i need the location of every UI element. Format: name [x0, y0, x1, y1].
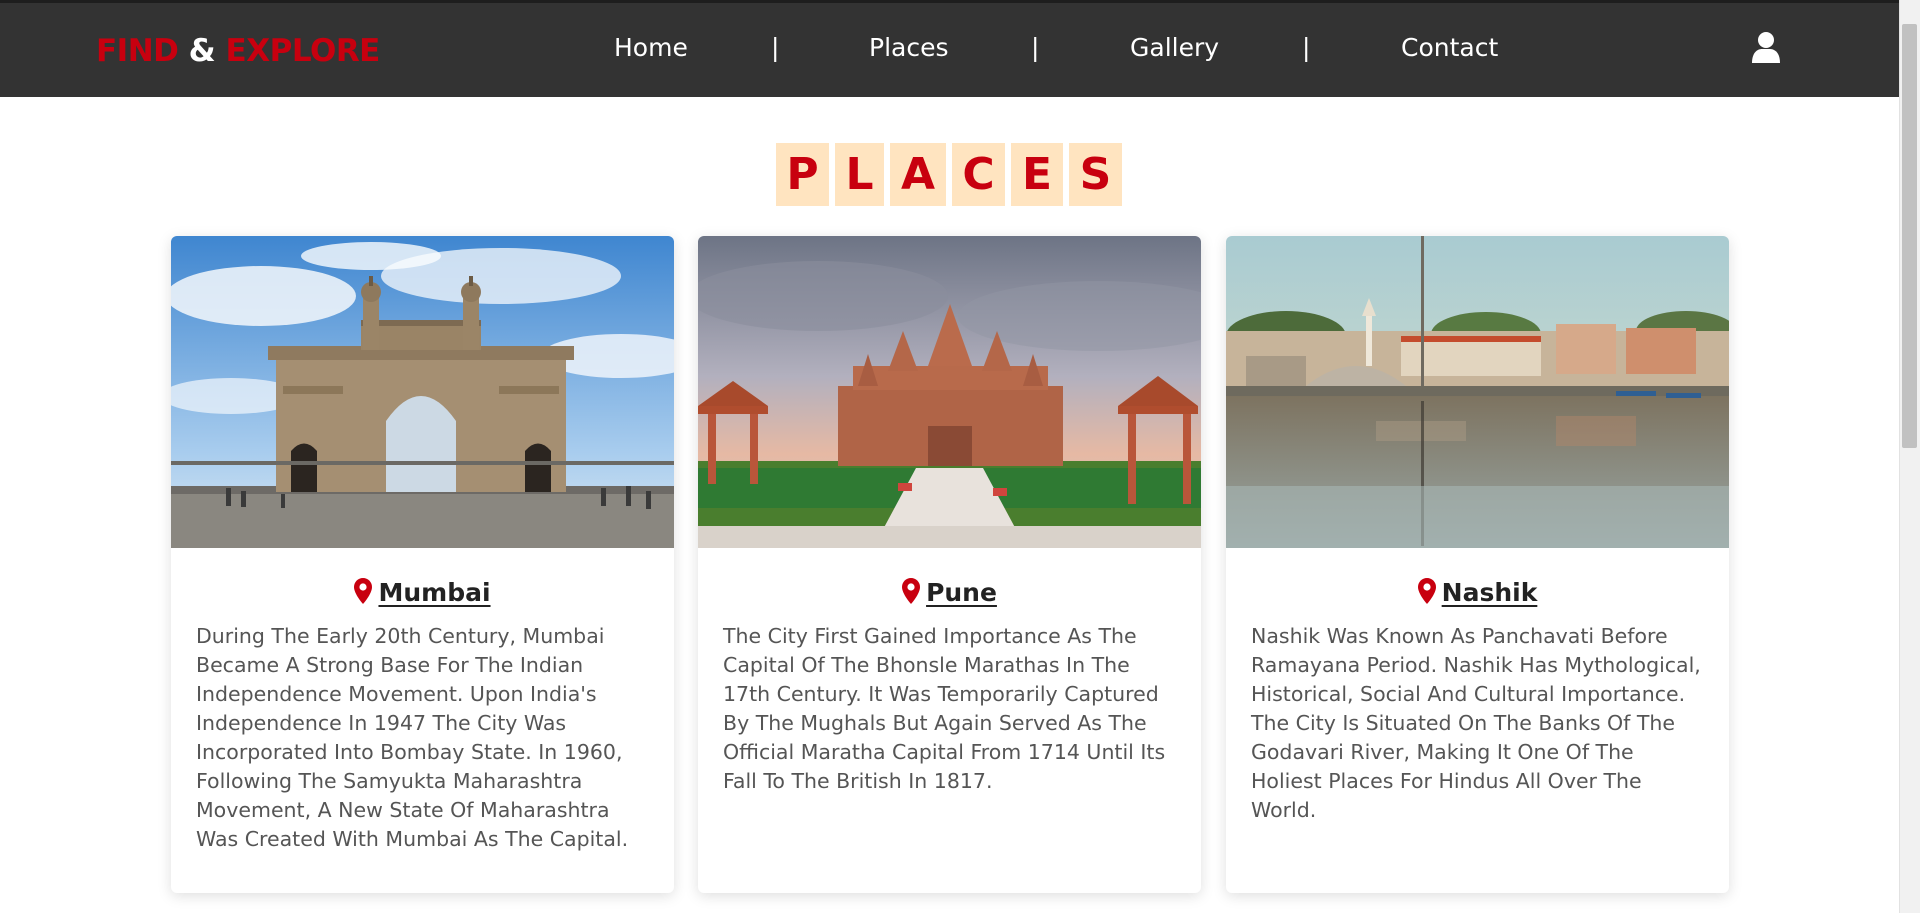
heading-letter: E: [1011, 143, 1063, 206]
card-title: Nashik: [1226, 576, 1729, 610]
card-title: Mumbai: [171, 576, 674, 610]
gateway-of-india-photo: [171, 236, 674, 548]
nav-contact-link[interactable]: Contact: [1401, 31, 1498, 65]
card-description: During The Early 20th Century, Mumbai Be…: [196, 624, 629, 851]
place-link-mumbai[interactable]: Mumbai: [378, 578, 490, 607]
swaminarayan-temple-photo: [698, 236, 1201, 548]
godavari-river-ghat-photo: [1226, 236, 1729, 548]
place-card-nashik: Nashik Nashik Was Known As Panchavati Be…: [1226, 236, 1729, 893]
page-scrollbar-thumb[interactable]: [1902, 24, 1917, 448]
logo-ampersand: &: [178, 33, 226, 69]
place-card-pune: Pune The City First Gained Importance As…: [698, 236, 1201, 893]
heading-letter: L: [835, 143, 884, 206]
card-title: Pune: [698, 576, 1201, 610]
logo-explore: EXPLORE: [225, 33, 381, 69]
location-pin-icon: [902, 578, 921, 604]
heading-letter: S: [1069, 143, 1122, 206]
nav-separator: |: [771, 33, 780, 62]
location-pin-icon: [354, 578, 373, 604]
logo-find: FIND: [96, 33, 179, 69]
nav-gallery-link[interactable]: Gallery: [1130, 31, 1219, 65]
heading-letter: C: [952, 143, 1005, 206]
heading-letter: P: [776, 143, 829, 206]
nav-places-link[interactable]: Places: [869, 31, 949, 65]
nav-separator: |: [1031, 33, 1040, 62]
user-icon[interactable]: [1751, 31, 1781, 63]
nav-separator: |: [1302, 33, 1311, 62]
heading-letter: A: [890, 143, 946, 206]
card-description: The City First Gained Importance As The …: [723, 624, 1166, 793]
place-link-pune[interactable]: Pune: [926, 578, 997, 607]
places-heading: P L A C E S: [776, 143, 1122, 206]
place-link-nashik[interactable]: Nashik: [1442, 578, 1538, 607]
site-logo[interactable]: FIND & EXPLORE: [96, 31, 380, 71]
location-pin-icon: [1417, 578, 1436, 604]
card-description: Nashik Was Known As Panchavati Before Ra…: [1251, 624, 1701, 822]
top-navbar: FIND & EXPLORE Home | Places | Gallery |…: [0, 0, 1899, 97]
nav-home-link[interactable]: Home: [614, 31, 688, 65]
place-card-mumbai: Mumbai During The Early 20th Century, Mu…: [171, 236, 674, 893]
